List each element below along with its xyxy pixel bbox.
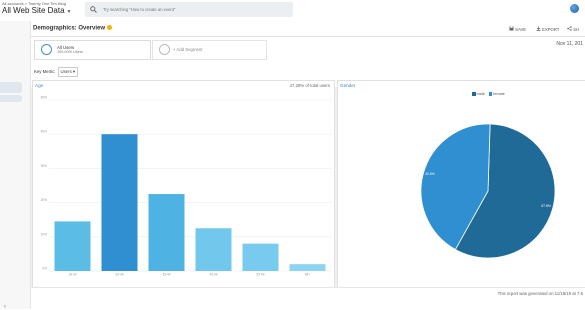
save-icon — [509, 26, 514, 31]
y-tick-label: 30% — [41, 164, 48, 168]
y-tick-label: 50% — [41, 96, 48, 100]
add-segment-label: + Add Segment — [173, 47, 203, 52]
segment-percentage: 100.00% Users — [57, 50, 83, 54]
chevron-down-icon: ▼ — [66, 9, 72, 15]
age-bar — [101, 134, 138, 271]
segment-circle-icon — [41, 44, 52, 55]
age-card: Age 47.28% of total users 0% 10% 20% 30% 40%… — [32, 80, 335, 289]
nav-item[interactable] — [0, 95, 22, 102]
y-tick-label: 40% — [41, 130, 48, 134]
report-footer: This report was generated on 11/18/19 at… — [31, 287, 585, 310]
property-name: All Web Site Data — [2, 6, 65, 15]
x-tick-label: 25-34 — [115, 273, 123, 277]
date-range-picker[interactable]: Nov 11, 201 — [556, 41, 583, 47]
save-label: SAVE — [515, 27, 527, 32]
search-icon — [90, 6, 97, 13]
pie-slice-label: 57.6% — [541, 204, 551, 208]
top-bar: All accounts > Twenty One Ten Blog All W… — [0, 0, 585, 21]
y-tick-label: 10% — [41, 232, 48, 236]
age-bar-chart: 0% 10% 20% 30% 40% 50% 18-24 25-34 35-44 45-54 55-… — [41, 96, 331, 277]
y-tick-label: 20% — [41, 198, 48, 202]
export-icon — [536, 26, 541, 31]
nav-item-active[interactable] — [0, 82, 22, 93]
x-tick-label: 55-64 — [256, 273, 264, 277]
share-label: SH — [573, 27, 579, 32]
account-avatar[interactable] — [570, 4, 579, 13]
key-metric-value: Users — [60, 69, 72, 74]
pie-slice-label: 42.4% — [425, 172, 435, 176]
key-metric-dropdown[interactable]: Users ▾ — [57, 67, 79, 77]
export-button[interactable]: EXPORT — [536, 26, 559, 32]
save-button[interactable]: SAVE — [509, 26, 526, 32]
x-tick-label: 45-54 — [209, 273, 217, 277]
age-bar — [148, 194, 185, 271]
add-segment-button[interactable]: + Add Segment — [152, 40, 267, 60]
age-bar — [242, 243, 279, 271]
export-label: EXPORT — [542, 27, 560, 32]
left-nav: ‹ — [0, 21, 31, 310]
share-button[interactable]: SH — [567, 26, 579, 32]
report-header: Demographics: Overview SAVE EXPORT SH — [31, 21, 585, 37]
report-title: Demographics: Overview — [33, 25, 113, 32]
gender-pie-chart: 57.6% 42.4% — [420, 123, 556, 259]
key-metric-label: Key Metric: — [34, 69, 56, 74]
share-icon — [567, 26, 572, 31]
y-tick-label: 0% — [42, 267, 47, 271]
generated-note: This report was generated on 11/18/19 at… — [497, 291, 583, 296]
collapse-chevron-icon[interactable]: ‹ — [4, 304, 6, 310]
gender-card: Gender male female 57.6% 42.4% — [337, 80, 585, 289]
property-selector[interactable]: All Web Site Data ▼ — [2, 6, 72, 15]
x-tick-label: 18-24 — [68, 273, 76, 277]
report-title-text: Demographics: Overview — [33, 25, 106, 32]
age-bar — [289, 264, 326, 271]
verified-badge-icon — [107, 25, 113, 30]
search-bar[interactable]: Try searching "How to create an event" — [85, 2, 293, 17]
x-tick-label: 65+ — [305, 273, 311, 277]
age-bar — [195, 228, 232, 271]
main-content: Demographics: Overview SAVE EXPORT SH Al… — [31, 21, 585, 310]
x-tick-label: 35-44 — [162, 273, 170, 277]
search-placeholder: Try searching "How to create an event" — [103, 7, 176, 12]
age-bar — [54, 221, 91, 271]
empty-segment-circle-icon — [159, 44, 170, 55]
key-metric: Key Metric: Users ▾ — [34, 67, 79, 77]
segment-all-users[interactable]: All Users 100.00% Users — [34, 40, 151, 60]
